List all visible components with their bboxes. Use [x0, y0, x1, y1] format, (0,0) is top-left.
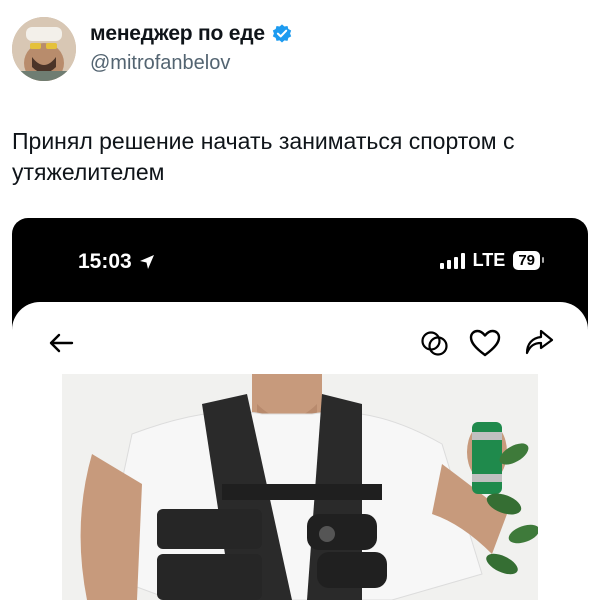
status-time-text: 15:03	[78, 250, 132, 273]
status-bar-indicators: LTE 79	[439, 250, 544, 271]
author-name-text[interactable]: менеджер по еде	[90, 22, 265, 46]
status-bar-time: 15:03	[78, 250, 156, 274]
overlap-circles-icon[interactable]	[418, 326, 452, 360]
author-handle[interactable]: @mitrofanbelov	[90, 52, 230, 75]
heart-icon[interactable]	[468, 326, 502, 360]
tweet-text: Принял решение начать заниматься спортом…	[12, 128, 515, 185]
battery-indicator: 79	[513, 251, 544, 270]
avatar[interactable]	[12, 17, 76, 81]
signal-icon	[439, 252, 465, 269]
tweet-photo[interactable]	[62, 374, 538, 600]
verified-badge-icon	[271, 23, 293, 45]
tweet-media[interactable]: 15:03 LTE 79	[12, 218, 588, 600]
plant-image	[486, 443, 538, 575]
location-arrow-icon	[138, 253, 156, 271]
author-name[interactable]: менеджер по еде	[90, 22, 293, 46]
network-label: LTE	[472, 250, 506, 270]
back-arrow-icon[interactable]	[44, 326, 78, 360]
share-icon[interactable]	[522, 326, 556, 360]
